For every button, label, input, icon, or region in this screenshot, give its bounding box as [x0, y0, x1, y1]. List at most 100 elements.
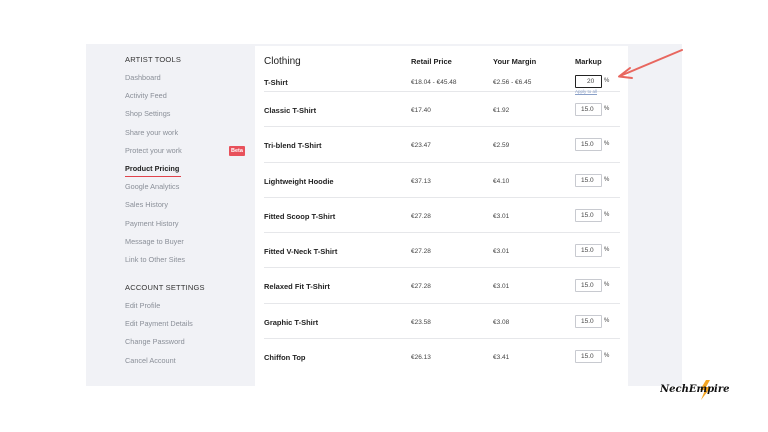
table-row: Fitted Scoop T-Shirt €27.28 €3.01 15.0 %	[264, 198, 620, 234]
markup-value: 15.0	[581, 317, 594, 325]
product-name: Chiffon Top	[264, 353, 306, 363]
markup-value: 15.0	[581, 176, 594, 184]
percent-sign: %	[604, 78, 610, 84]
markup-input[interactable]: 15.0	[575, 350, 602, 364]
sidebar-item-sales-history[interactable]: Sales History	[125, 199, 250, 217]
product-name: Graphic T-Shirt	[264, 317, 319, 327]
retail-price: €37.13	[411, 177, 431, 185]
table-header: Clothing Retail Price Your Margin Markup	[264, 56, 620, 71]
product-name: Classic T-Shirt	[264, 106, 317, 115]
markup-input[interactable]: 15.0	[575, 279, 602, 293]
sidebar-item-message-to-buyer[interactable]: Message to Buyer	[125, 236, 250, 254]
margin-value: €3.01	[493, 283, 510, 291]
markup-value: 15.0	[581, 247, 594, 255]
sidebar-item-product-pricing[interactable]: Product Pricing	[125, 163, 250, 181]
sidebar-item-shop-settings[interactable]: Shop Settings	[125, 108, 250, 126]
margin-value: €3.08	[493, 318, 510, 326]
annotation-arrow-icon	[618, 49, 683, 79]
sidebar-item-label: Edit Payment Details	[125, 319, 193, 329]
retail-price: €26.13	[411, 354, 431, 362]
table-row: Lightweight Hoodie €37.13 €4.10 15.0 %	[264, 163, 620, 198]
retail-price: €27.28	[411, 212, 431, 220]
percent-sign: %	[604, 141, 610, 148]
product-name: T-Shirt	[264, 78, 288, 87]
margin-value: €3.41	[493, 354, 510, 362]
sidebar-item-label: Dashboard	[125, 73, 161, 82]
sidebar-item-label: Message to Buyer	[125, 236, 184, 246]
sidebar-item-link-to-other-sites[interactable]: Link to Other Sites	[125, 254, 250, 272]
sidebar-item-label: Change Password	[125, 337, 185, 347]
beta-badge: Beta	[229, 145, 245, 156]
markup-value: 15.0	[581, 282, 594, 290]
retail-price: €27.28	[411, 283, 431, 291]
sidebar-item-label: Link to Other Sites	[125, 254, 186, 264]
sidebar-item-label: Payment History	[125, 218, 179, 228]
markup-input[interactable]: 15.0	[575, 208, 602, 222]
percent-sign: %	[604, 176, 610, 183]
margin-value: €1.92	[493, 107, 510, 114]
sidebar-item-protect-your-work[interactable]: Protect your work Beta	[125, 145, 250, 163]
markup-input[interactable]: 15.0	[575, 244, 602, 258]
markup-value: 15.0	[581, 106, 594, 113]
product-name: Lightweight Hoodie	[264, 176, 334, 186]
table-row: Tri-blend T-Shirt €23.47 €2.59 15.0 %	[264, 127, 620, 163]
percent-sign: %	[604, 106, 610, 112]
sidebar-item-cancel-account[interactable]: Cancel Account	[125, 355, 250, 373]
sidebar-item-label: Shop Settings	[125, 109, 171, 119]
markup-value: 20	[587, 78, 595, 85]
percent-sign: %	[604, 247, 610, 254]
sidebar-item-change-password[interactable]: Change Password	[125, 336, 250, 354]
markup-input[interactable]: 15.0	[575, 103, 602, 116]
sidebar-item-label: Cancel Account	[125, 355, 176, 365]
table-row: Relaxed Fit T-Shirt €27.28 €3.01 15.0 %	[264, 268, 620, 304]
markup-input[interactable]: 15.0	[575, 173, 602, 187]
markup-value: 15.0	[581, 141, 594, 149]
active-underline	[125, 175, 181, 178]
retail-price: €23.47	[411, 142, 431, 150]
percent-sign: %	[604, 353, 610, 360]
nechempire-logo: NechEmpire	[660, 380, 730, 400]
column-header-retail-price: Retail Price	[411, 57, 452, 66]
retail-price: €23.58	[411, 318, 431, 326]
sidebar-item-label: Share your work	[125, 127, 179, 137]
section-title: Clothing	[264, 56, 301, 67]
sidebar-item-google-analytics[interactable]: Google Analytics	[125, 181, 250, 199]
sidebar-item-label: Sales History	[125, 200, 168, 210]
sidebar-item-label: Protect your work	[125, 145, 182, 155]
sidebar-item-label: Product Pricing	[125, 163, 180, 173]
sidebar-item-label: Google Analytics	[125, 182, 180, 192]
margin-value: €2.59	[493, 142, 510, 150]
sidebar-item-activity-feed[interactable]: Activity Feed	[125, 90, 250, 108]
sidebar-item-edit-profile[interactable]: Edit Profile	[125, 300, 250, 318]
pricing-table: Clothing Retail Price Your Margin Markup…	[264, 56, 620, 374]
sidebar-item-label: Edit Profile	[125, 301, 161, 311]
table-row: Fitted V-Neck T-Shirt €27.28 €3.01 15.0 …	[264, 233, 620, 269]
table-row: Classic T-Shirt €17.40 €1.92 15.0 %	[264, 92, 620, 128]
retail-price: €27.28	[411, 248, 431, 256]
table-row: Chiffon Top €26.13 €3.41 15.0 %	[264, 339, 620, 374]
percent-sign: %	[604, 282, 610, 289]
artist-tools-heading: ARTIST TOOLS	[125, 55, 182, 64]
markup-input[interactable]: 15.0	[575, 138, 602, 152]
sidebar-item-label: Activity Feed	[125, 91, 167, 101]
column-header-markup: Markup	[575, 57, 602, 66]
margin-value: €2.56 - €6.45	[493, 79, 532, 86]
column-header-your-margin: Your Margin	[493, 57, 537, 66]
sidebar-item-share-your-work[interactable]: Share your work	[125, 127, 250, 145]
markup-value: 15.0	[581, 353, 594, 361]
percent-sign: %	[604, 211, 610, 218]
sidebar-item-payment-history[interactable]: Payment History	[125, 218, 250, 236]
product-name: Fitted V-Neck T-Shirt	[264, 247, 338, 257]
margin-value: €4.10	[493, 177, 510, 185]
markup-input[interactable]: 20	[575, 75, 602, 88]
sidebar: ARTIST TOOLS Dashboard Activity Feed Sho…	[125, 54, 250, 373]
sidebar-item-dashboard[interactable]: Dashboard	[125, 72, 250, 90]
markup-input[interactable]: 15.0	[575, 314, 602, 328]
percent-sign: %	[604, 317, 610, 324]
watermark-text: NechEmpire	[660, 384, 730, 395]
margin-value: €3.01	[493, 248, 510, 256]
sidebar-item-edit-payment-details[interactable]: Edit Payment Details	[125, 318, 250, 336]
product-name: Relaxed Fit T-Shirt	[264, 282, 330, 292]
table-row: Graphic T-Shirt €23.58 €3.08 15.0 %	[264, 304, 620, 340]
